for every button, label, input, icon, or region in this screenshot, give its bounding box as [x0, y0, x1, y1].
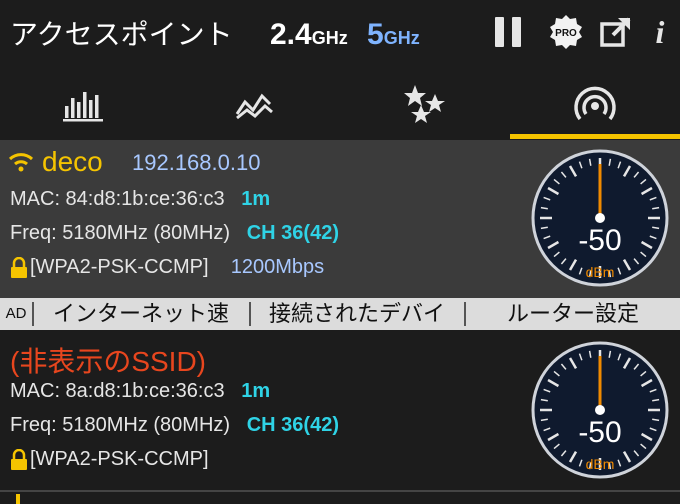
stars-icon — [404, 85, 445, 123]
network-mac: MAC: 8a:d8:1b:ce:36:c3 — [10, 380, 225, 402]
network-item[interactable]: (非表示のSSID) MAC: 8a:d8:1b:ce:36:c3 1m Fre… — [0, 330, 680, 490]
network-freq: Freq: 5180MHz (80MHz) — [10, 222, 231, 244]
network-security-row: [WPA2-PSK-CCMP] — [10, 448, 209, 471]
tab-bar — [0, 70, 680, 140]
selected-tab-indicator — [510, 134, 680, 139]
network-distance: 1m — [241, 380, 271, 402]
pro-badge-label: PRO — [555, 28, 577, 39]
network-freq-row: Freq: 5180MHz (80MHz) CH 36(42) — [10, 222, 339, 245]
ad-button[interactable]: AD — [2, 298, 30, 330]
action-separator — [249, 302, 251, 326]
connected-devices-button[interactable]: 接続されたデバイ — [253, 298, 461, 330]
gauge-hub — [595, 213, 605, 223]
info-icon[interactable]: i — [640, 12, 680, 52]
band-2-4-unit: GHz — [311, 28, 348, 48]
network-ssid: deco — [42, 146, 103, 177]
network-mac-row: MAC: 8a:d8:1b:ce:36:c3 1m — [10, 380, 270, 403]
network-mac-row: MAC: 84:d8:1b:ce:36:c3 1m — [10, 188, 270, 211]
network-ip: 192.168.0.10 — [132, 150, 261, 175]
band-5-unit: GHz — [383, 28, 420, 48]
network-distance: 1m — [241, 188, 271, 210]
share-icon[interactable] — [596, 12, 636, 52]
network-security: [WPA2-PSK-CCMP] — [30, 256, 209, 278]
band-2-4-value: 2.4 — [270, 18, 312, 51]
network-mac: MAC: 84:d8:1b:ce:36:c3 — [10, 188, 225, 210]
next-item-peek — [16, 494, 20, 504]
action-bar: AD インターネット速 接続されたデバイ ルーター設定 — [0, 298, 680, 330]
signal-unit: dBm — [585, 456, 615, 472]
network-channel: CH 36(42) — [246, 222, 339, 244]
page-title: アクセスポイント — [10, 19, 233, 50]
network-item[interactable]: deco 192.168.0.10 MAC: 84:d8:1b:ce:36:c3… — [0, 140, 680, 298]
action-separator — [32, 302, 34, 326]
time-graph-icon — [235, 93, 273, 120]
signal-gauge: -50 dBm — [530, 148, 670, 288]
internet-speed-button[interactable]: インターネット速 — [36, 298, 246, 330]
band-5-value: 5 — [367, 18, 384, 51]
tab-time-graph[interactable] — [170, 70, 340, 140]
network-freq-row: Freq: 5180MHz (80MHz) CH 36(42) — [10, 414, 339, 437]
signal-value: -50 — [578, 416, 622, 449]
lock-icon — [11, 448, 27, 470]
signal-value: -50 — [578, 224, 622, 257]
tab-channel-rating[interactable] — [340, 70, 510, 140]
network-security: [WPA2-PSK-CCMP] — [30, 448, 209, 470]
network-rate: 1200Mbps — [230, 256, 325, 278]
network-security-row: [WPA2-PSK-CCMP] 1200Mbps — [10, 256, 324, 279]
network-ssid: (非表示のSSID) — [10, 346, 207, 377]
info-label: i — [655, 13, 665, 50]
band-5ghz-toggle[interactable]: 5GHz — [367, 18, 420, 52]
pro-badge-icon[interactable]: PRO — [546, 12, 586, 52]
tab-access-points[interactable] — [510, 70, 680, 140]
bar-graph-icon — [63, 92, 103, 122]
list-divider — [0, 490, 680, 492]
tab-channel-graph[interactable] — [0, 70, 170, 140]
pause-icon[interactable] — [488, 12, 528, 52]
app-bar: アクセスポイント 2.4GHz 5GHz PRO i — [0, 0, 680, 70]
router-settings-button[interactable]: ルーター設定 — [468, 298, 678, 330]
signal-gauge: -50 dBm — [530, 340, 670, 480]
signal-icon — [574, 86, 616, 121]
action-separator — [464, 302, 466, 326]
wifi-icon — [8, 153, 34, 172]
network-channel: CH 36(42) — [246, 414, 339, 436]
band-2-4ghz-toggle[interactable]: 2.4GHz — [270, 18, 348, 52]
gauge-hub — [595, 405, 605, 415]
network-freq: Freq: 5180MHz (80MHz) — [10, 414, 231, 436]
lock-icon — [11, 256, 27, 278]
signal-unit: dBm — [585, 264, 615, 280]
